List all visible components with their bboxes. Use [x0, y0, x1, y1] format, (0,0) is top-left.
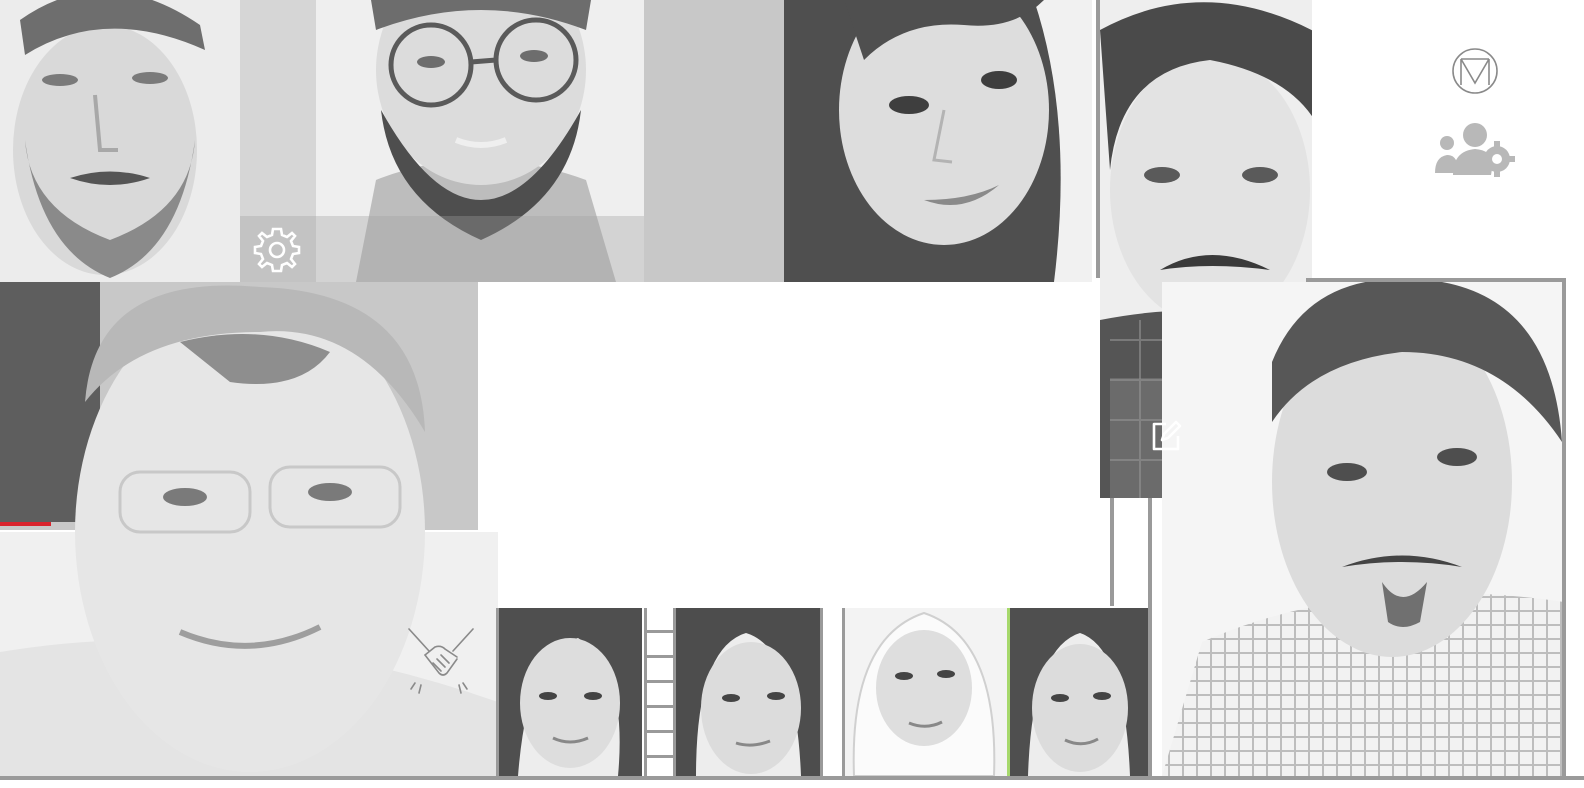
frame-line-v-top-right [1096, 0, 1100, 278]
portrait-man-short-beard [0, 0, 240, 282]
handshake-icon [404, 626, 478, 696]
edit-icon[interactable] [1146, 416, 1186, 456]
portrait-man-checked-shirt [1162, 282, 1564, 776]
portrait-woman-2 [676, 608, 822, 776]
users-settings-icon[interactable] [1434, 118, 1518, 180]
monogram-m-icon[interactable] [1450, 46, 1500, 96]
frame-line-v-right [1562, 278, 1566, 776]
frame-line-v-bottom-3 [842, 608, 845, 778]
green-accent-line [1007, 608, 1010, 778]
frame-line-v-bottom-2 [820, 608, 823, 778]
red-accent-line [0, 522, 51, 526]
portrait-man-rimless-glasses [0, 282, 498, 776]
bg-block-top-middle [644, 0, 784, 282]
frame-line-h-bottom [0, 776, 1584, 780]
portrait-woman-hijab [844, 608, 1008, 776]
portrait-woman-1 [498, 608, 642, 776]
gear-icon[interactable] [248, 221, 306, 279]
ladder-divider [644, 608, 676, 776]
portrait-woman-3 [1010, 608, 1150, 776]
frame-line-v-mid-1 [1110, 498, 1114, 606]
frame-line-v-mid-2 [1148, 498, 1152, 778]
portrait-woman-long-hair [784, 0, 1092, 282]
frame-line-h-top-right [1306, 278, 1566, 282]
frame-line-v-bottom-1 [496, 608, 499, 778]
